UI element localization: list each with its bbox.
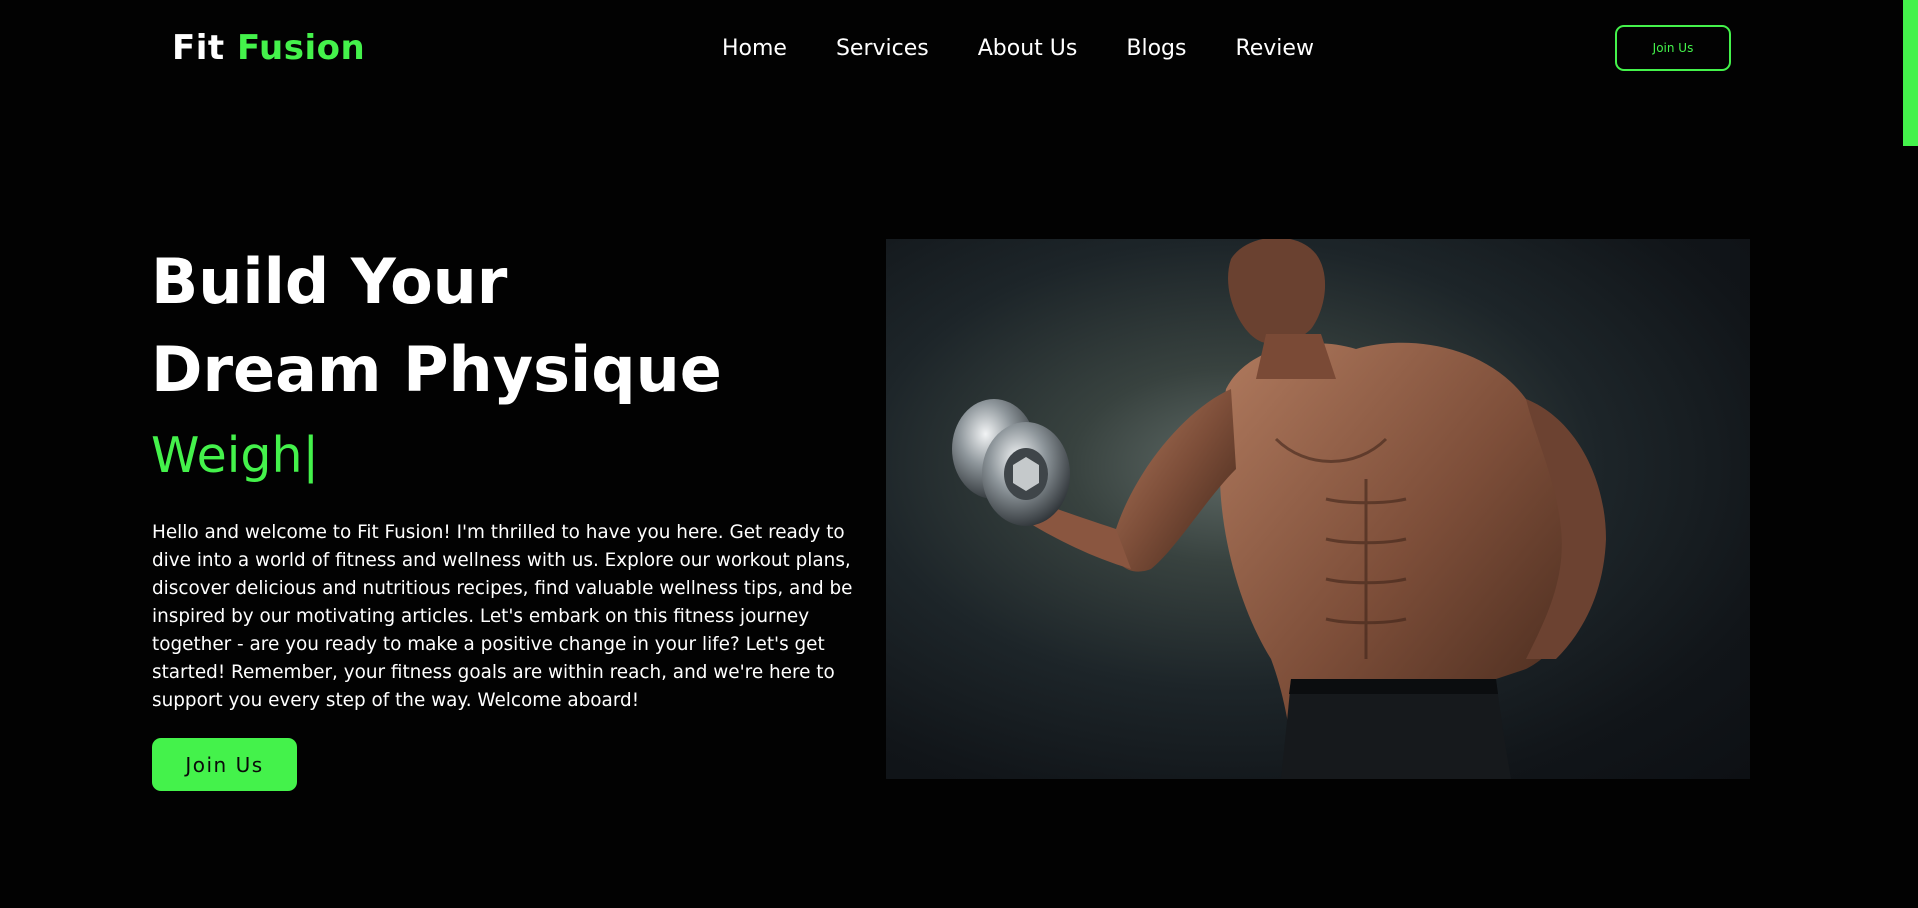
hero-title: Build Your Dream Physique <box>151 238 722 414</box>
brand-name-part2: Fusion <box>236 28 366 68</box>
nav-link-review[interactable]: Review <box>1235 36 1314 61</box>
brand-name-part1: Fit <box>172 28 225 68</box>
bodybuilder-icon <box>952 239 1606 779</box>
brand-logo[interactable]: Fit Fusion <box>172 28 365 68</box>
scrollbar[interactable] <box>1903 0 1918 908</box>
typed-text: Weigh| <box>151 427 320 484</box>
hero-title-line2: Dream Physique <box>151 333 722 406</box>
navbar: Fit Fusion Home Services About Us Blogs … <box>0 0 1900 100</box>
scrollbar-thumb[interactable] <box>1903 0 1918 146</box>
nav-link-home[interactable]: Home <box>722 36 787 61</box>
hero-image <box>886 239 1750 779</box>
landing-page: Fit Fusion Home Services About Us Blogs … <box>0 0 1918 908</box>
nav-link-services[interactable]: Services <box>836 36 929 61</box>
nav-link-about-us[interactable]: About Us <box>978 36 1078 61</box>
nav-menu: Home Services About Us Blogs Review <box>722 32 1314 66</box>
hero-description: Hello and welcome to Fit Fusion! I'm thr… <box>152 522 853 711</box>
hero-title-line1: Build Your <box>151 245 508 318</box>
nav-link-blogs[interactable]: Blogs <box>1126 36 1186 61</box>
hero-join-button[interactable]: Join Us <box>152 738 297 791</box>
header-join-button[interactable]: Join Us <box>1615 25 1731 71</box>
